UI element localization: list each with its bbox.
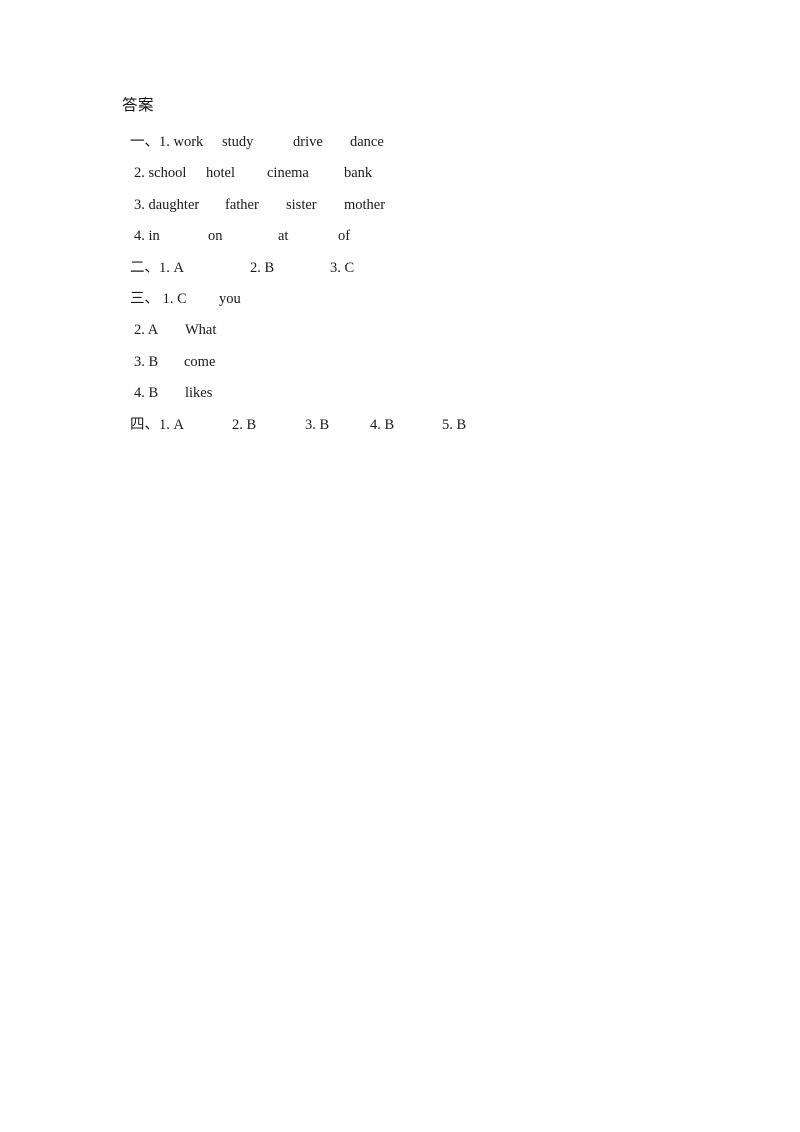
section-three: 三、 1. C you 2. A What 3. B come 4. B lik… <box>122 284 682 410</box>
section-two: 二、1. A 2. B 3. C <box>122 253 682 284</box>
answer-token: dance <box>350 134 384 150</box>
answer-token: likes <box>185 385 213 402</box>
answer-token: 2. school <box>134 165 187 182</box>
answer-line: 2. A What <box>122 315 682 346</box>
answer-token: drive <box>293 134 323 150</box>
answer-token: sister <box>286 196 317 213</box>
answer-line: 二、1. A 2. B 3. C <box>122 253 682 284</box>
answer-token: 一、1. work <box>130 134 204 150</box>
answer-line: 2. school hotel cinema bank <box>122 158 682 189</box>
answer-token: What <box>185 322 217 339</box>
answer-line: 4. in on at of <box>122 221 682 252</box>
answer-token: 5. B <box>442 416 467 433</box>
answer-token: come <box>184 353 216 370</box>
answer-token: bank <box>344 165 373 182</box>
answer-token: cinema <box>267 165 309 182</box>
answer-token: 三、 1. C <box>130 290 187 307</box>
answer-token: 2. A <box>134 322 159 339</box>
answer-token: on <box>208 228 223 245</box>
answer-line: 一、1. work study drive dance <box>122 127 682 158</box>
answer-token: 2. B <box>232 416 257 433</box>
answer-line: 四、1. A 2. B 3. B 4. B 5. B <box>122 410 682 441</box>
answer-token: mother <box>344 196 386 213</box>
answer-line: 4. B likes <box>122 378 682 409</box>
answer-token: 4. B <box>370 416 395 433</box>
page-title: 答案 <box>122 97 155 114</box>
answer-token: 四、1. A <box>130 416 184 433</box>
answer-token: of <box>338 228 351 245</box>
answer-token: 3. B <box>305 416 330 433</box>
answer-token: 3. C <box>330 259 355 276</box>
answer-line: 3. B come <box>122 347 682 378</box>
answer-token: father <box>225 196 259 213</box>
answer-token: hotel <box>206 165 235 182</box>
answer-token: study <box>222 134 254 150</box>
answer-token: 4. B <box>134 385 159 402</box>
answer-token: you <box>219 290 241 307</box>
answer-token: 2. B <box>250 259 275 276</box>
answer-token: 3. B <box>134 353 159 370</box>
answer-line: 三、 1. C you <box>122 284 682 315</box>
answer-token: 3. daughter <box>134 196 200 213</box>
section-one: 一、1. work study drive dance 2. school ho… <box>122 127 682 253</box>
answer-key-body: 答案 一、1. work study drive dance 2. school… <box>122 95 682 441</box>
answer-line: 3. daughter father sister mother <box>122 190 682 221</box>
section-four: 四、1. A 2. B 3. B 4. B 5. B <box>122 410 682 441</box>
answer-token: 4. in <box>134 228 160 245</box>
document-page: 答案 一、1. work study drive dance 2. school… <box>0 0 800 1132</box>
answer-token: at <box>278 228 289 245</box>
answer-token: 二、1. A <box>130 259 184 276</box>
